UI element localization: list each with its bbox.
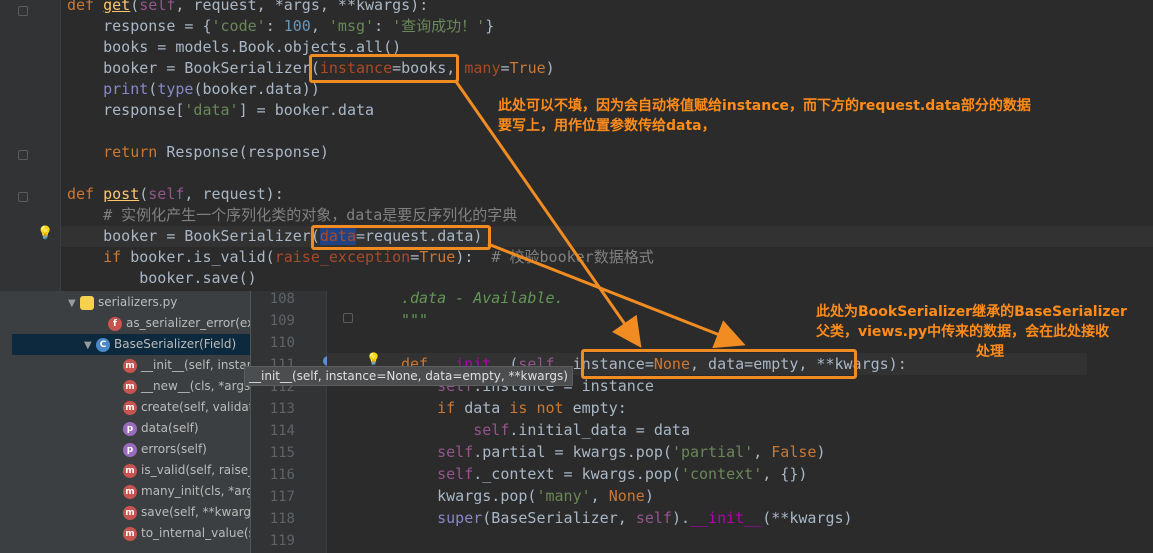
- annotation-text: 处理: [976, 344, 1004, 360]
- highlight-box-data: [311, 225, 491, 250]
- property-icon: p: [123, 442, 137, 457]
- code-line[interactable]: return Response(response): [67, 142, 329, 163]
- top-editor-gutter: 💡: [0, 0, 61, 291]
- structure-item-label: is_valid(self, raise_e: [141, 463, 252, 477]
- annotation-text: 要写上，用作位置参数传给data，: [498, 118, 716, 134]
- line-number: 116: [269, 467, 295, 483]
- code-line[interactable]: if data is not empty:: [401, 397, 627, 419]
- code-line[interactable]: """: [401, 309, 428, 331]
- fold-marker-icon[interactable]: [18, 6, 28, 16]
- annotation-note-1: 此处可以不填，因为会自动将值赋给instance，而下方的request.dat…: [498, 96, 1031, 136]
- python-file-icon: [80, 295, 94, 310]
- structure-item-file[interactable]: ▼ serializers.py: [12, 292, 252, 313]
- structure-item-label: as_serializer_error(exc: [126, 316, 252, 330]
- line-number: 108: [269, 291, 295, 307]
- structure-item[interactable]: m save(self, **kwargs: [12, 502, 252, 523]
- method-icon: m: [123, 358, 137, 373]
- structure-item-selected[interactable]: ▼ C BaseSerializer(Field): [12, 334, 252, 355]
- code-line[interactable]: response['data'] = booker.data: [67, 100, 374, 121]
- structure-item-label: create(self, validate: [141, 400, 252, 414]
- lightbulb-icon[interactable]: 💡: [37, 226, 53, 241]
- line-number: 115: [269, 445, 295, 461]
- structure-panel[interactable]: ▼ serializers.py f as_serializer_error(exc…: [12, 291, 253, 553]
- property-icon: p: [123, 421, 137, 436]
- structure-item-label: save(self, **kwargs: [141, 505, 252, 519]
- structure-item-label: many_init(cls, *args: [141, 484, 252, 498]
- line-number: 109: [269, 313, 295, 329]
- line-number: 110: [269, 335, 295, 351]
- bottom-editor-gutter: 108 109 110 111 112 113 114 115 116 117 …: [251, 291, 353, 553]
- code-comment[interactable]: # 实例化产生一个序列化类的对象，data是要反序列化的字典: [67, 205, 517, 226]
- annotation-text: 此处可以不填，因为会自动将值赋给instance，而下方的request.dat…: [498, 98, 1031, 114]
- structure-item[interactable]: m many_init(cls, *args: [12, 481, 252, 502]
- code-line[interactable]: self.partial = kwargs.pop('partial', Fal…: [401, 441, 825, 463]
- structure-item[interactable]: f as_serializer_error(exc: [12, 313, 252, 334]
- method-icon: m: [123, 526, 137, 541]
- structure-item[interactable]: m __init__(self, instance=None, data=empt…: [12, 355, 252, 376]
- lightbulb-icon[interactable]: 💡: [366, 352, 381, 366]
- code-line[interactable]: booker.save(): [67, 268, 256, 289]
- method-icon: m: [123, 484, 137, 499]
- structure-item[interactable]: p errors(self): [12, 439, 252, 460]
- code-line[interactable]: self._context = kwargs.pop('context', {}…: [401, 463, 807, 485]
- fold-marker-icon[interactable]: [343, 313, 353, 323]
- method-icon: m: [123, 463, 137, 478]
- structure-tooltip: __init__(self, instance=None, data=empty…: [244, 366, 573, 386]
- structure-item-label: serializers.py: [98, 295, 178, 309]
- code-line[interactable]: self.initial_data = data: [401, 419, 690, 441]
- code-line[interactable]: super(BaseSerializer, self).__init__(**k…: [401, 507, 852, 529]
- fold-marker-icon[interactable]: [18, 192, 28, 202]
- fold-marker-icon[interactable]: [18, 150, 28, 160]
- code-line[interactable]: response = {'code': 100, 'msg': '查询成功！'}: [67, 16, 494, 37]
- method-icon: m: [123, 379, 137, 394]
- structure-item-label: __init__(self, instance=None, data=empty…: [141, 358, 252, 372]
- class-icon: C: [96, 337, 110, 352]
- line-number: 113: [269, 401, 295, 417]
- code-line[interactable]: if booker.is_valid(raise_exception=True)…: [67, 247, 654, 268]
- line-number: 118: [269, 511, 295, 527]
- structure-item[interactable]: m create(self, validate: [12, 397, 252, 418]
- structure-item-label: errors(self): [141, 442, 207, 456]
- line-number: 119: [269, 533, 295, 549]
- top-code-editor[interactable]: 💡 def get(self, request, *args, **kwargs…: [0, 0, 1153, 291]
- structure-item-label: BaseSerializer(Field): [114, 337, 237, 351]
- code-line[interactable]: kwargs.pop('many', None): [401, 485, 654, 507]
- structure-item-label: data(self): [141, 421, 199, 435]
- line-number: 117: [269, 489, 295, 505]
- structure-item-label: to_internal_value(se: [141, 526, 252, 540]
- code-line[interactable]: def get(self, request, *args, **kwargs):: [67, 0, 428, 16]
- structure-item[interactable]: m to_internal_value(se: [12, 523, 252, 544]
- function-icon: f: [108, 316, 122, 331]
- code-line[interactable]: .data - Available.: [401, 287, 564, 309]
- line-number: 114: [269, 423, 295, 439]
- method-icon: m: [123, 505, 137, 520]
- structure-item[interactable]: p data(self): [12, 418, 252, 439]
- annotation-text: 此处为BookSerializer继承的BaseSerializer: [816, 304, 1127, 320]
- annotation-note-2: 此处为BookSerializer继承的BaseSerializer 父类，vi…: [816, 302, 1127, 362]
- structure-item[interactable]: m is_valid(self, raise_e: [12, 460, 252, 481]
- method-icon: m: [123, 400, 137, 415]
- structure-item-label: __new__(cls, *args,: [141, 379, 252, 393]
- code-line[interactable]: print(type(booker.data)): [67, 79, 320, 100]
- code-line[interactable]: def post(self, request):: [67, 184, 284, 205]
- annotation-text: 父类，views.py中传来的数据，会在此处接收: [816, 324, 1110, 340]
- highlight-box-instance: [309, 54, 459, 83]
- structure-item[interactable]: m __new__(cls, *args,: [12, 376, 252, 397]
